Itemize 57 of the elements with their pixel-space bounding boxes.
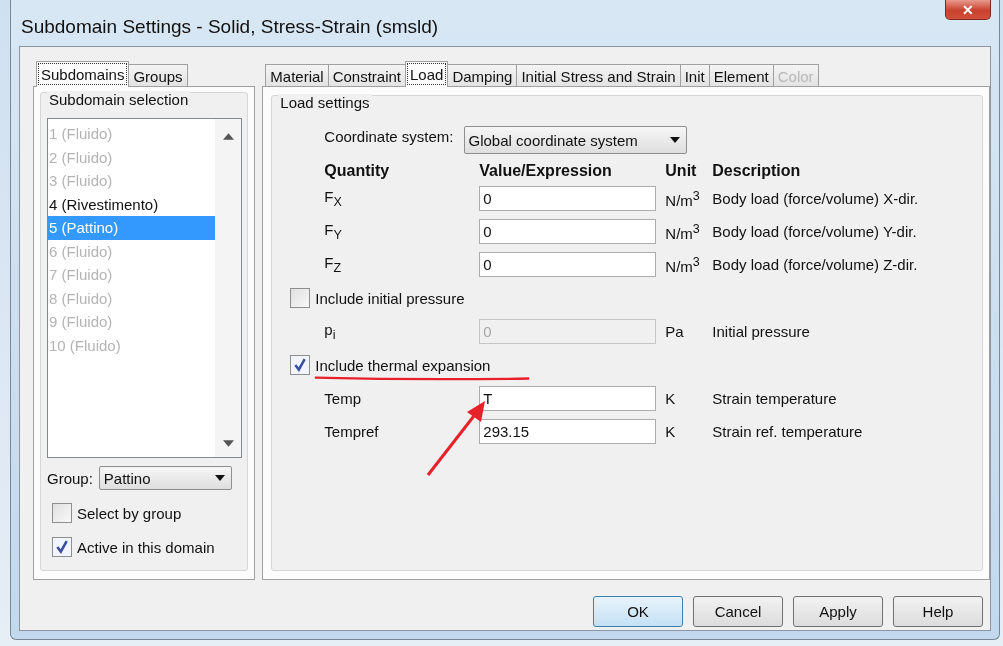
- unit-label: N/m$^{3}$: [665, 221, 701, 242]
- checkbox-label: Include thermal expansion: [315, 356, 491, 374]
- column-header: Value/Expression: [479, 162, 613, 180]
- group-legend: Subdomain selection: [47, 91, 191, 108]
- quantity-label: F$_{Z}$: [324, 254, 343, 275]
- checkbox[interactable]: [52, 503, 72, 523]
- unit-label: N/m$^{3}$: [665, 188, 701, 209]
- unit-label: K: [665, 423, 677, 440]
- scroll-down-icon[interactable]: [222, 440, 234, 447]
- description-label: Strain temperature: [712, 390, 838, 407]
- unit-label: N/m$^{3}$: [665, 254, 701, 275]
- dialog-button[interactable]: Cancel: [693, 596, 783, 627]
- caret-icon: [669, 137, 680, 143]
- tab[interactable]: Material: [265, 64, 329, 87]
- group-dropdown[interactable]: Pattino: [98, 466, 232, 490]
- column-header: Description: [712, 162, 802, 180]
- coordinate-system-label: Coordinate system:: [324, 128, 454, 145]
- tab[interactable]: Initial Stress and Strain: [516, 64, 681, 87]
- description-label: Body load (force/volume) X-dir.: [712, 190, 920, 207]
- scroll-up-icon[interactable]: [222, 133, 234, 140]
- quantity-label: Tempref: [324, 423, 380, 440]
- value-field[interactable]: 0: [479, 252, 657, 277]
- tab[interactable]: Subdomains: [36, 61, 130, 87]
- checkbox[interactable]: [290, 288, 311, 308]
- description-label: Strain ref. temperature: [712, 423, 864, 440]
- quantity-label: F$_{X}$: [324, 188, 343, 209]
- value-field[interactable]: 0: [479, 219, 657, 244]
- quantity-label: Temp: [324, 390, 362, 407]
- caret-icon: [214, 475, 225, 481]
- tab[interactable]: Load: [405, 61, 449, 87]
- close-button[interactable]: ✕: [945, 0, 991, 20]
- quantity-label: F$_{Y}$: [324, 221, 343, 242]
- scrollbar[interactable]: [215, 119, 242, 457]
- description-label: Initial pressure: [712, 323, 811, 340]
- checkbox[interactable]: [52, 537, 72, 557]
- checkbox-label: Active in this domain: [77, 538, 215, 556]
- list-item[interactable]: 4 (Rivestimento): [48, 192, 216, 216]
- window-title: Subdomain Settings - Solid, Stress-Strain (smsld): [21, 16, 439, 38]
- column-header: Quantity: [324, 162, 391, 180]
- checkbox-label: Select by group: [77, 504, 182, 522]
- value-field[interactable]: 293.15: [479, 419, 657, 444]
- group-label: Group:: [47, 469, 93, 487]
- checkbox-label: Include initial pressure: [315, 289, 465, 307]
- column-header: Unit: [665, 162, 698, 180]
- dialog-button[interactable]: OK: [593, 596, 683, 627]
- dialog-button[interactable]: Help: [893, 596, 983, 627]
- description-label: Body load (force/volume) Y-dir.: [712, 223, 918, 240]
- coordinate-system-dropdown[interactable]: Global coordinate system: [463, 126, 687, 154]
- checkbox[interactable]: [290, 355, 311, 375]
- group-legend: Load settings: [278, 94, 372, 111]
- description-label: Body load (force/volume) Z-dir.: [712, 256, 919, 273]
- dialog-button[interactable]: Apply: [793, 596, 883, 627]
- unit-label: Pa: [665, 323, 685, 340]
- value-field[interactable]: T: [479, 386, 657, 411]
- quantity-label: p$_{i}$: [324, 321, 337, 342]
- value-field[interactable]: 0: [479, 186, 657, 211]
- unit-label: K: [665, 390, 677, 407]
